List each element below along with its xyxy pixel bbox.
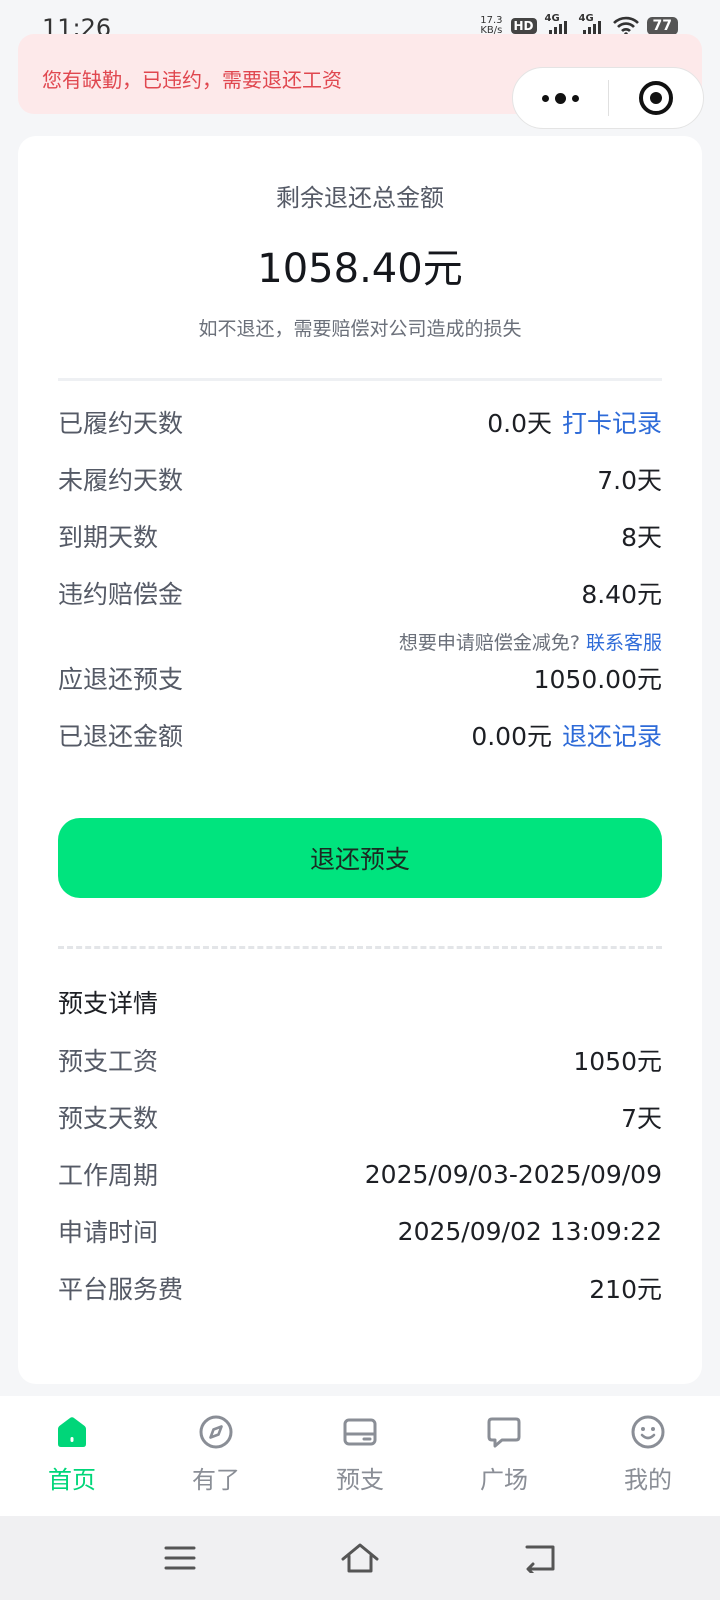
hd-icon: HD xyxy=(510,18,537,34)
advance-to-return-row: 应退还预支 1050.00元 xyxy=(58,665,662,694)
battery-icon: 77 xyxy=(646,17,678,35)
tab-square[interactable]: 广场 xyxy=(432,1396,576,1516)
advance-wage-row: 预支工资 1050元 xyxy=(58,1047,662,1076)
network-speed: 17.3 KB/s xyxy=(480,15,503,36)
smiley-icon xyxy=(631,1415,665,1449)
dashed-divider xyxy=(58,946,662,949)
total-refund-amount: 1058.40元 xyxy=(257,246,463,292)
divider xyxy=(58,378,662,381)
home-button[interactable] xyxy=(330,1536,390,1580)
compass-icon xyxy=(199,1415,233,1449)
tab-mine[interactable]: 我的 xyxy=(576,1396,720,1516)
return-advance-button[interactable]: 退还预支 xyxy=(58,818,662,898)
alert-text: 您有缺勤，已违约，需要退还工资 xyxy=(42,68,342,92)
close-miniprogram-button[interactable] xyxy=(609,68,703,128)
wifi-icon xyxy=(612,16,639,36)
tab-discover[interactable]: 有了 xyxy=(144,1396,288,1516)
signal-icon: 4G xyxy=(545,13,571,35)
home-outline-icon xyxy=(341,1543,379,1573)
more-button[interactable] xyxy=(513,68,608,128)
bottom-tab-bar: 首页 有了 预支 广场 我的 xyxy=(0,1396,720,1516)
tab-home[interactable]: 首页 xyxy=(0,1396,144,1516)
advance-details-title: 预支详情 xyxy=(58,989,159,1018)
home-icon xyxy=(58,1417,86,1447)
menu-icon xyxy=(164,1546,196,1570)
fulfilled-days-row: 已履约天数 0.0天 打卡记录 xyxy=(58,402,662,442)
chat-bubble-icon xyxy=(487,1417,521,1448)
back-icon xyxy=(525,1545,555,1573)
penalty-row: 违约赔偿金 8.40元 xyxy=(58,580,662,609)
refund-card: 剩余退还总金额 1058.40元 如不退还，需要赔偿对公司造成的损失 已履约天数… xyxy=(18,136,702,1384)
system-nav-bar xyxy=(0,1516,720,1600)
contact-support-link[interactable]: 联系客服 xyxy=(586,632,662,654)
work-period-row: 工作周期 2025/09/03-2025/09/09 xyxy=(58,1159,662,1191)
wallet-icon xyxy=(343,1418,377,1446)
back-button[interactable] xyxy=(510,1536,570,1580)
advance-days-row: 预支天数 7天 xyxy=(58,1104,662,1133)
penalty-waiver-hint: 想要申请赔偿金减免? 联系客服 xyxy=(398,632,662,654)
apply-time-row: 申请时间 2025/09/02 13:09:22 xyxy=(58,1216,662,1248)
total-refund-label: 剩余退还总金额 xyxy=(276,184,444,212)
signal-icon: 4G xyxy=(579,13,605,35)
due-days-row: 到期天数 8天 xyxy=(58,523,662,552)
return-records-link[interactable]: 退还记录 xyxy=(562,717,662,753)
clock-in-records-link[interactable]: 打卡记录 xyxy=(562,404,662,440)
unfulfilled-days-row: 未履约天数 7.0天 xyxy=(58,466,662,495)
service-fee-row: 平台服务费 210元 xyxy=(58,1275,662,1304)
target-icon xyxy=(638,81,673,115)
menu-button[interactable] xyxy=(150,1536,210,1580)
miniprogram-capsule xyxy=(512,67,704,129)
tab-advance[interactable]: 预支 xyxy=(288,1396,432,1516)
refund-note: 如不退还，需要赔偿对公司造成的损失 xyxy=(198,318,522,340)
status-icons: 17.3 KB/s HD 4G 4G 77 xyxy=(480,13,678,36)
returned-amount-row: 已退还金额 0.00元 退还记录 xyxy=(58,715,662,755)
